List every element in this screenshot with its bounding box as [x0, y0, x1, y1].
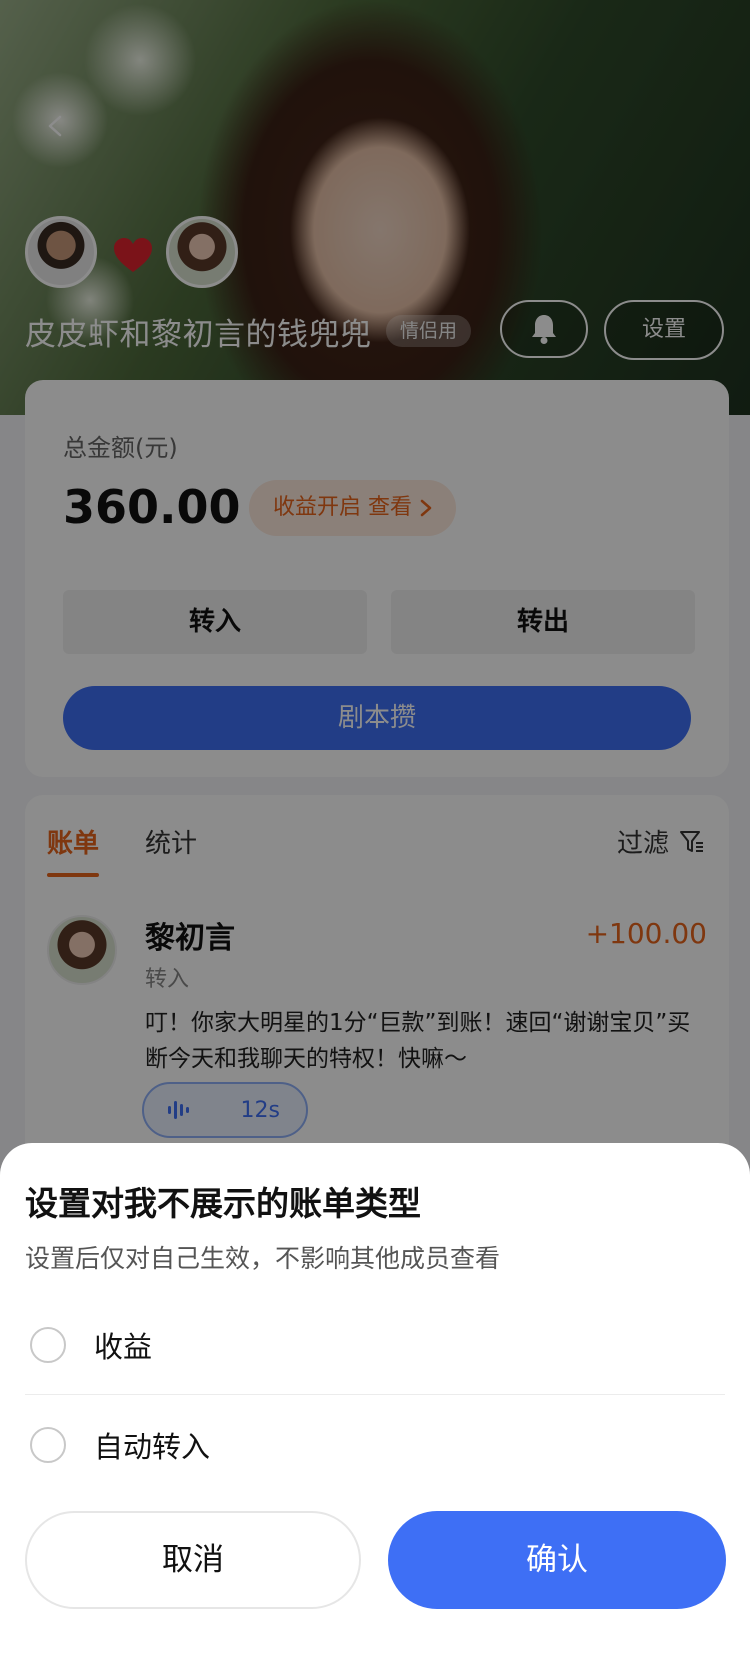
- sheet-subtitle: 设置后仅对自己生效，不影响其他成员查看: [25, 1244, 501, 1273]
- cancel-button[interactable]: 取消: [25, 1511, 361, 1609]
- radio-earnings[interactable]: [30, 1327, 66, 1363]
- sheet-title: 设置对我不展示的账单类型: [25, 1184, 421, 1223]
- confirm-button[interactable]: 确认: [388, 1511, 726, 1609]
- option-auto-transfer[interactable]: 自动转入: [25, 1400, 725, 1490]
- divider: [25, 1394, 725, 1395]
- radio-auto-transfer[interactable]: [30, 1427, 66, 1463]
- option-label-auto-transfer: 自动转入: [94, 1430, 211, 1464]
- option-label-earnings: 收益: [94, 1330, 153, 1364]
- bill-type-filter-sheet: 设置对我不展示的账单类型 设置后仅对自己生效，不影响其他成员查看 收益 自动转入…: [0, 1143, 750, 1664]
- option-earnings[interactable]: 收益: [25, 1300, 725, 1390]
